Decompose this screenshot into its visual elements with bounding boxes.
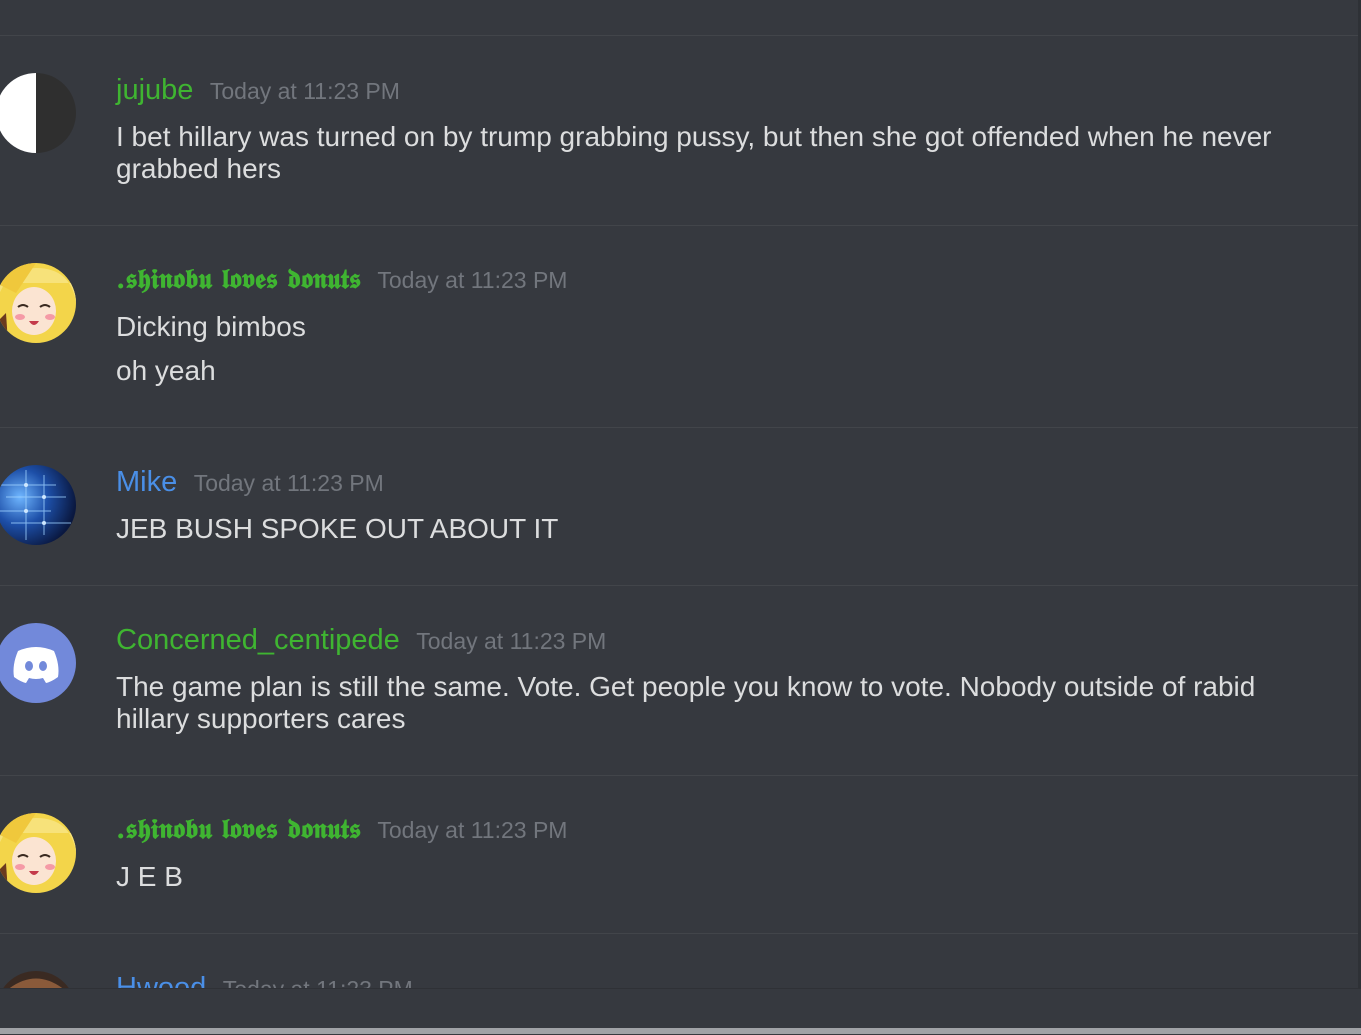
message-timestamp: Today at 11:23 PM — [193, 470, 384, 496]
message-timestamp: Today at 11:23 PM — [209, 78, 400, 104]
username[interactable]: Hwood — [116, 972, 206, 988]
message-timestamp: Today at 11:23 PM — [377, 267, 568, 293]
username[interactable]: Concerned_centipede — [116, 624, 400, 656]
discord-default-avatar-icon[interactable] — [0, 623, 76, 703]
message-divider — [0, 225, 1361, 226]
username[interactable]: jujube — [116, 74, 193, 106]
message-text: I bet hillary was turned on by trump gra… — [116, 121, 1272, 184]
message-divider — [0, 775, 1361, 776]
message-divider — [0, 427, 1361, 428]
message-header: Hwood Today at 11:23 PM — [116, 972, 413, 988]
message-header: Mike Today at 11:23 PM — [116, 466, 384, 499]
message-header: Concerned_centipede Today at 11:23 PM — [116, 624, 606, 657]
brown-hair-avatar-icon[interactable] — [0, 971, 76, 988]
message-text: Dicking bimbos — [116, 311, 306, 342]
message-timestamp: Today at 11:23 PM — [223, 976, 413, 988]
circuit-board-avatar-icon[interactable] — [0, 465, 76, 545]
message-timestamp: Today at 11:23 PM — [416, 628, 607, 654]
anime-girl-avatar-icon[interactable] — [0, 813, 76, 893]
message-divider — [0, 35, 1361, 36]
message-text: JEB BUSH SPOKE OUT ABOUT IT — [116, 513, 559, 544]
message-header: .𝖘𝖍𝖎𝖓𝖔𝖇𝖚 𝖑𝖔𝖛𝖊𝖘 𝖉𝖔𝖓𝖚𝖙𝖘 Today at 11:23 PM — [116, 814, 567, 846]
username[interactable]: Mike — [116, 466, 177, 498]
message-timestamp: Today at 11:23 PM — [377, 817, 568, 843]
username[interactable]: .𝖘𝖍𝖎𝖓𝖔𝖇𝖚 𝖑𝖔𝖛𝖊𝖘 𝖉𝖔𝖓𝖚𝖙𝖘 — [116, 814, 361, 845]
message-header: .𝖘𝖍𝖎𝖓𝖔𝖇𝖚 𝖑𝖔𝖛𝖊𝖘 𝖉𝖔𝖓𝖚𝖙𝖘 Today at 11:23 PM — [116, 264, 567, 296]
message-divider — [0, 585, 1361, 586]
message-text: oh yeah — [116, 355, 216, 386]
anime-girl-avatar-icon[interactable] — [0, 263, 76, 343]
message-text: The game plan is still the same. Vote. G… — [116, 671, 1256, 734]
chat-message-list[interactable]: jujube Today at 11:23 PM I bet hillary w… — [0, 0, 1361, 988]
half-white-half-dark-avatar-icon[interactable] — [0, 73, 76, 153]
message-input-border — [0, 1028, 1361, 1034]
username[interactable]: .𝖘𝖍𝖎𝖓𝖔𝖇𝖚 𝖑𝖔𝖛𝖊𝖘 𝖉𝖔𝖓𝖚𝖙𝖘 — [116, 264, 361, 295]
message-header: jujube Today at 11:23 PM — [116, 74, 400, 107]
message-divider — [0, 933, 1361, 934]
message-text: J E B — [116, 861, 183, 892]
